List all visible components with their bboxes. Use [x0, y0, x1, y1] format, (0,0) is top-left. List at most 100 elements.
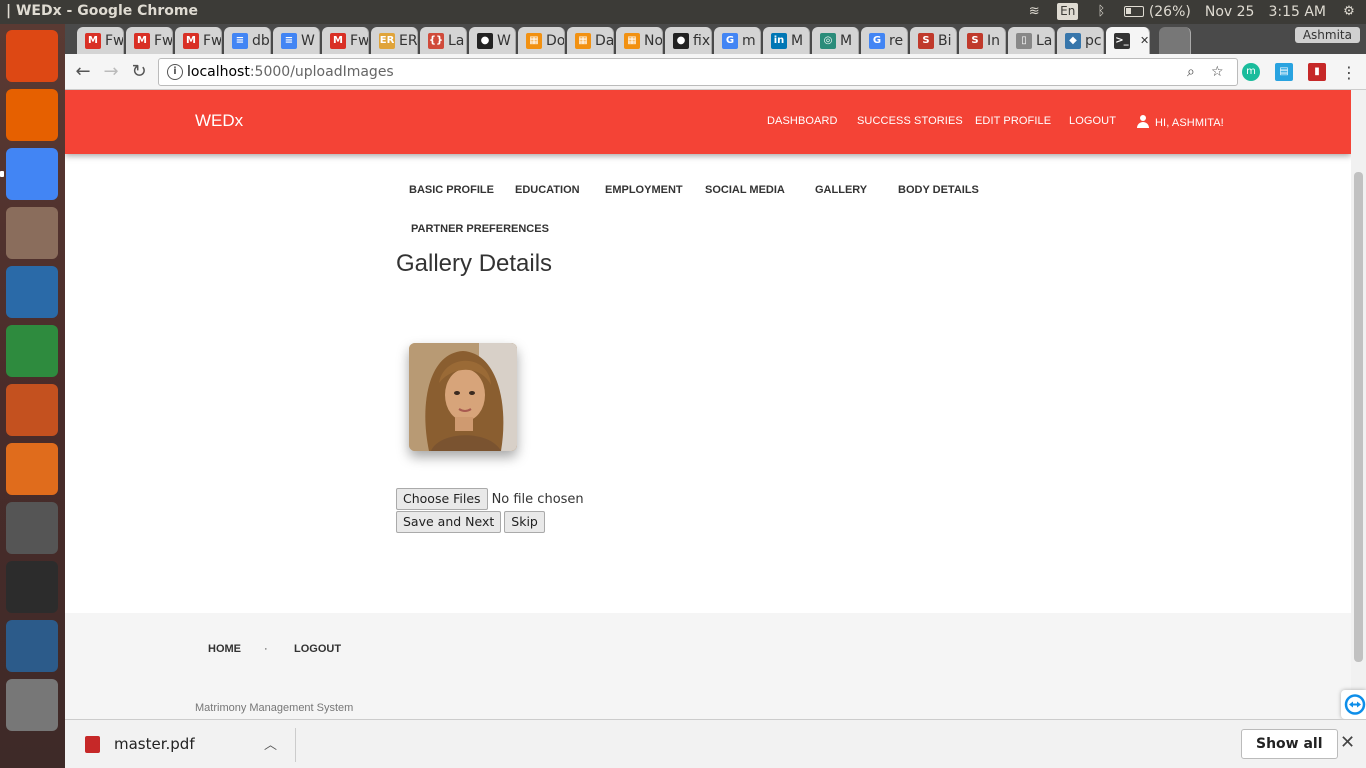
zoom-icon[interactable]: ⌕	[1187, 64, 1195, 80]
new-tab-button[interactable]	[1159, 27, 1191, 54]
browser-tab[interactable]: M Fw	[77, 27, 124, 54]
skip-button[interactable]: Skip	[504, 511, 545, 533]
browser-tab[interactable]: ≡ db	[224, 27, 271, 54]
files-icon[interactable]	[6, 207, 58, 259]
bookmark-star-icon[interactable]: ☆	[1211, 64, 1224, 80]
running-indicator	[0, 171, 4, 177]
browser-tab[interactable]: S In	[959, 27, 1006, 54]
terminal-icon[interactable]	[6, 561, 58, 613]
browser-tab[interactable]: ER ER	[371, 27, 418, 54]
gallery-thumbnail[interactable]	[409, 343, 517, 451]
tab-label: re	[889, 32, 904, 49]
nav-success-stories[interactable]: SUCCESS STORIES	[857, 115, 963, 127]
browser-tab[interactable]: M Fw	[175, 27, 222, 54]
calc-icon[interactable]	[6, 325, 58, 377]
nav-dashboard[interactable]: DASHBOARD	[767, 115, 838, 127]
extension-window-icon[interactable]: ▤	[1275, 63, 1293, 81]
browser-tab[interactable]: ▦ Do	[518, 27, 565, 54]
file-status-text: No file chosen	[491, 491, 584, 507]
browser-tab[interactable]: ● fix	[665, 27, 712, 54]
date-label[interactable]: Nov 25	[1205, 4, 1255, 20]
footer-note: Matrimony Management System	[195, 702, 354, 714]
sublime-icon[interactable]	[6, 502, 58, 554]
reload-icon[interactable]: ↻	[127, 60, 151, 84]
back-arrow-icon[interactable]: ←	[71, 60, 95, 84]
subnav-partner-preferences[interactable]: PARTNER PREFERENCES	[411, 223, 549, 235]
page-title: Gallery Details	[396, 250, 553, 277]
browser-tab[interactable]: S Bi	[910, 27, 957, 54]
browser-tab[interactable]: ● W	[469, 27, 516, 54]
pdf-file-icon	[85, 736, 100, 753]
close-icon[interactable]: ✕	[1340, 732, 1355, 753]
download-item-name[interactable]: master.pdf	[114, 735, 195, 753]
subnav-social-media[interactable]: SOCIAL MEDIA	[705, 184, 785, 196]
site-info-icon[interactable]: i	[167, 64, 183, 80]
tab-label: W	[301, 32, 315, 49]
scrollbar-thumb[interactable]	[1354, 172, 1363, 662]
software-center-icon[interactable]	[6, 443, 58, 495]
tab-close-icon[interactable]: ✕	[1140, 34, 1149, 47]
keyboard-language-indicator[interactable]: En	[1057, 3, 1079, 20]
settings-gear-icon[interactable]: ⚙	[1340, 4, 1358, 20]
tab-label: W	[497, 32, 511, 49]
wifi-icon[interactable]: ≋	[1025, 4, 1043, 20]
tab-favicon-icon: M	[85, 32, 101, 49]
tab-favicon-icon: ER	[379, 32, 395, 49]
browser-tab[interactable]: ▦ Da	[567, 27, 614, 54]
browser-tab[interactable]: ◎ M	[812, 27, 859, 54]
extension-m-icon[interactable]: m	[1242, 63, 1260, 81]
browser-tab[interactable]: ▯ La	[1008, 27, 1055, 54]
browser-tab[interactable]: Gm	[714, 27, 761, 54]
nav-user-greeting[interactable]: HI, ASHMITA!	[1137, 115, 1224, 129]
site-brand[interactable]: WEDx	[195, 111, 243, 131]
browser-tab[interactable]: M Fw	[322, 27, 369, 54]
ubuntu-dash-icon[interactable]	[6, 30, 58, 82]
portrait-image-icon	[409, 343, 517, 451]
writer-icon[interactable]	[6, 266, 58, 318]
browser-tab[interactable]: in M	[763, 27, 810, 54]
choose-files-button[interactable]: Choose Files	[396, 488, 488, 510]
address-bar[interactable]: i localhost:5000/uploadImages ⌕ ☆	[158, 58, 1238, 86]
chrome-menu-icon[interactable]: ⋮	[1341, 63, 1357, 82]
browser-tab[interactable]: ≡ W	[273, 27, 320, 54]
profile-chip[interactable]: Ashmita	[1294, 27, 1360, 43]
browser-tab[interactable]: M Fw	[126, 27, 173, 54]
impress-icon[interactable]	[6, 384, 58, 436]
firefox-icon[interactable]	[6, 89, 58, 141]
subnav-body-details[interactable]: BODY DETAILS	[898, 184, 979, 196]
nav-logout[interactable]: LOGOUT	[1069, 115, 1116, 127]
subnav-basic-profile[interactable]: BASIC PROFILE	[409, 184, 494, 196]
teamviewer-widget-icon[interactable]	[1341, 690, 1366, 719]
browser-tab[interactable]: >_ ✕	[1106, 27, 1150, 54]
save-and-next-button[interactable]: Save and Next	[396, 511, 502, 533]
show-all-downloads-button[interactable]: Show all	[1241, 729, 1338, 759]
subnav-education[interactable]: EDUCATION	[515, 184, 580, 196]
browser-tab[interactable]: ▦ No	[616, 27, 663, 54]
subnav-gallery[interactable]: GALLERY	[815, 184, 867, 196]
subnav-employment[interactable]: EMPLOYMENT	[605, 184, 683, 196]
chevron-up-icon[interactable]: ︿	[264, 734, 277, 753]
tab-label: Fw	[203, 32, 222, 49]
url-text[interactable]: localhost:5000/uploadImages	[187, 64, 394, 80]
browser-tab[interactable]: {} La	[420, 27, 467, 54]
bluetooth-icon[interactable]: ᛒ	[1092, 4, 1110, 20]
clock-label[interactable]: 3:15 AM	[1268, 4, 1326, 20]
mysql-workbench-icon[interactable]	[6, 620, 58, 672]
page-scrollbar[interactable]	[1351, 90, 1366, 719]
forward-arrow-icon[interactable]: →	[99, 60, 123, 84]
footer-home-link[interactable]: HOME	[208, 643, 241, 655]
tab-favicon-icon: ◎	[820, 32, 836, 49]
tab-favicon-icon: ●	[673, 32, 689, 49]
chrome-icon[interactable]	[6, 148, 58, 200]
nav-edit-profile[interactable]: EDIT PROFILE	[975, 115, 1051, 127]
footer-logout-link[interactable]: LOGOUT	[294, 643, 341, 655]
top-panel: | WEDx - Google Chrome ≋ En ᛒ (26%) Nov …	[0, 0, 1366, 24]
extension-book-icon[interactable]: ▮	[1308, 63, 1326, 81]
browser-tab[interactable]: ◆ pc	[1057, 27, 1104, 54]
site-navbar: WEDx DASHBOARD SUCCESS STORIES EDIT PROF…	[65, 90, 1351, 154]
browser-tab[interactable]: Gre	[861, 27, 908, 54]
tab-favicon-icon: M	[183, 32, 199, 49]
download-shelf: master.pdf ︿ Show all ✕	[65, 719, 1366, 768]
battery-indicator[interactable]: (26%)	[1124, 4, 1191, 20]
texmaker-icon[interactable]	[6, 679, 58, 731]
